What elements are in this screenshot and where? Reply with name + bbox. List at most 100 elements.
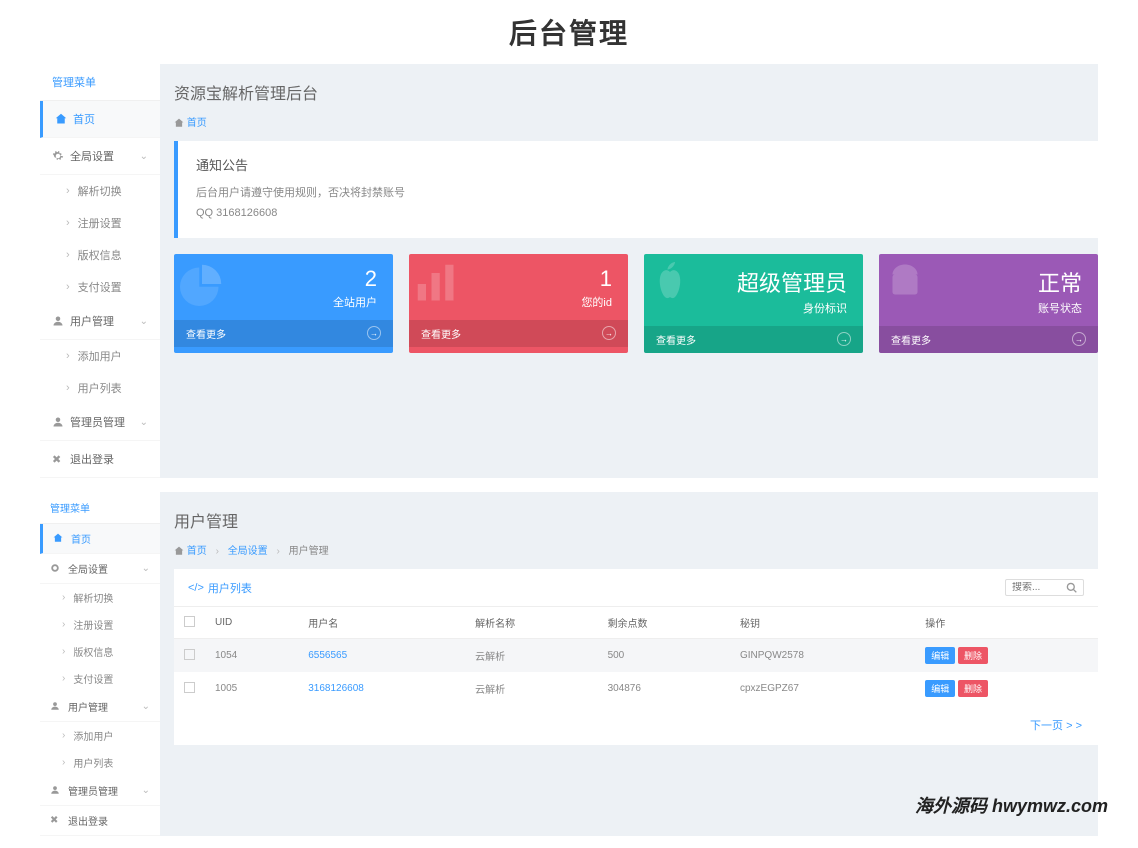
panel-title: </> 用户列表	[188, 580, 252, 596]
search-box[interactable]	[1005, 579, 1084, 596]
notice-line1: 后台用户请遵守使用规则，否决将封禁账号	[196, 184, 1080, 204]
nav-global[interactable]: 全局设置 ⌄	[40, 138, 160, 175]
android-icon	[885, 262, 925, 302]
home-icon	[174, 546, 184, 557]
nav2-home[interactable]: 首页	[40, 524, 160, 554]
chevron-down-icon: ⌄	[142, 785, 150, 796]
exit-icon: ✖	[50, 815, 62, 827]
nav2-user-manage[interactable]: 用户管理 ⌄	[40, 692, 160, 722]
chevron-down-icon: ⌄	[142, 701, 150, 712]
userpage-main: 用户管理 首页 › 全局设置 › 用户管理 </> 用户列表	[174, 492, 1098, 836]
page-title: 后台管理	[0, 12, 1138, 52]
checkbox-all[interactable]	[184, 616, 195, 627]
nav-copyright[interactable]: 版权信息	[40, 239, 160, 271]
table-row: 1054 6556565 云解析 500 GINPQW2578 编辑 删除	[174, 639, 1098, 673]
code-icon: </>	[188, 582, 204, 594]
cell-parser: 云解析	[465, 672, 597, 705]
edit-button[interactable]: 编辑	[925, 680, 955, 697]
stat-card-role[interactable]: 超级管理员 身份标识 查看更多→	[644, 254, 863, 353]
nav-logout-label: 退出登录	[70, 451, 114, 467]
sidebar-header: 管理菜单	[40, 64, 160, 101]
nav-add-user[interactable]: 添加用户	[40, 340, 160, 372]
col-uid: UID	[205, 607, 298, 639]
search-input[interactable]	[1012, 582, 1062, 593]
breadcrumb-current: 用户管理	[289, 546, 329, 557]
nav-payment[interactable]: 支付设置	[40, 271, 160, 303]
cell-uid: 1054	[205, 639, 298, 673]
arrow-icon: →	[602, 326, 616, 340]
nav-parse-switch[interactable]: 解析切换	[40, 175, 160, 207]
pie-icon	[180, 262, 224, 306]
stat-card-status[interactable]: 正常 账号状态 查看更多→	[879, 254, 1098, 353]
stat-footer-text: 查看更多	[656, 332, 696, 347]
breadcrumb-global[interactable]: 全局设置	[228, 546, 268, 557]
row-checkbox[interactable]	[184, 649, 195, 660]
nav2-copyright[interactable]: 版权信息	[40, 638, 160, 665]
stat-label: 身份标识	[660, 300, 847, 316]
watermark: 海外源码 hwymwz.com	[915, 792, 1108, 818]
nav-user-manage[interactable]: 用户管理 ⌄	[40, 303, 160, 340]
admin-icon	[52, 416, 64, 428]
user-list-panel: </> 用户列表 UID 用户名 解析名称	[174, 569, 1098, 745]
dashboard-title-area: 资源宝解析管理后台	[174, 64, 1098, 108]
userpage-container: 管理菜单 首页 全局设置 ⌄ 解析切换 注册设置 版权信息 支付设置 用户管理 …	[40, 492, 1098, 836]
col-parser: 解析名称	[465, 607, 597, 639]
notice-title: 通知公告	[196, 155, 1080, 174]
breadcrumb-home[interactable]: 首页	[187, 118, 207, 129]
breadcrumb-home[interactable]: 首页	[187, 546, 207, 557]
notice-line2: QQ 3168126608	[196, 204, 1080, 224]
user-table: UID 用户名 解析名称 剩余点数 秘钥 操作 1054 6556565 云解析	[174, 607, 1098, 705]
nav2-user-list[interactable]: 用户列表	[40, 749, 160, 776]
nav2-global[interactable]: 全局设置 ⌄	[40, 554, 160, 584]
col-key: 秘钥	[730, 607, 915, 639]
nav-user-list[interactable]: 用户列表	[40, 372, 160, 404]
table-row: 1005 3168126608 云解析 304876 cpxzEGPZ67 编辑…	[174, 672, 1098, 705]
chevron-down-icon: ⌄	[140, 316, 148, 327]
next-page-link[interactable]: 下一页 > >	[1030, 720, 1082, 732]
home-icon	[174, 118, 187, 129]
dashboard-title: 资源宝解析管理后台	[174, 80, 1098, 104]
gear-icon	[52, 150, 64, 162]
admin-icon	[50, 785, 62, 797]
stat-label: 账号状态	[895, 300, 1082, 316]
nav2-register-setting[interactable]: 注册设置	[40, 611, 160, 638]
dashboard-container: 管理菜单 首页 全局设置 ⌄ 解析切换 注册设置 版权信息 支付设置 用户管理 …	[40, 64, 1098, 478]
col-points: 剩余点数	[598, 607, 730, 639]
cell-username[interactable]: 3168126608	[308, 683, 364, 694]
delete-button[interactable]: 删除	[958, 680, 988, 697]
pager: 下一页 > >	[174, 705, 1098, 745]
nav2-admin[interactable]: 管理员管理 ⌄	[40, 776, 160, 806]
cell-username[interactable]: 6556565	[308, 650, 347, 661]
arrow-icon: →	[837, 332, 851, 346]
nav-logout[interactable]: ✖ 退出登录	[40, 441, 160, 478]
nav-register-setting[interactable]: 注册设置	[40, 207, 160, 239]
userpage-title: 用户管理	[174, 508, 1098, 532]
cell-uid: 1005	[205, 672, 298, 705]
search-icon[interactable]	[1066, 582, 1077, 593]
nav-home-label: 首页	[73, 111, 95, 127]
col-username: 用户名	[298, 607, 465, 639]
nav2-add-user[interactable]: 添加用户	[40, 722, 160, 749]
user-icon	[52, 315, 64, 327]
nav-global-label: 全局设置	[70, 148, 114, 164]
chevron-down-icon: ⌄	[140, 151, 148, 162]
stat-card-id[interactable]: 1 您的id 查看更多→	[409, 254, 628, 353]
chevron-down-icon: ⌄	[142, 563, 150, 574]
nav-home[interactable]: 首页	[40, 101, 160, 138]
breadcrumb: 首页	[174, 108, 1098, 141]
row-checkbox[interactable]	[184, 682, 195, 693]
bars-icon	[415, 262, 459, 306]
nav2-payment[interactable]: 支付设置	[40, 665, 160, 692]
breadcrumb2: 首页 › 全局设置 › 用户管理	[174, 536, 1098, 569]
delete-button[interactable]: 删除	[958, 647, 988, 664]
page-header: 后台管理	[0, 0, 1138, 64]
stat-card-users[interactable]: 2 全站用户 查看更多→	[174, 254, 393, 353]
sidebar2-header: 管理菜单	[40, 492, 160, 524]
nav-admin-manage[interactable]: 管理员管理 ⌄	[40, 404, 160, 441]
cell-key: cpxzEGPZ67	[730, 672, 915, 705]
nav2-logout[interactable]: ✖ 退出登录	[40, 806, 160, 836]
nav2-parse-switch[interactable]: 解析切换	[40, 584, 160, 611]
user-icon	[50, 701, 62, 713]
edit-button[interactable]: 编辑	[925, 647, 955, 664]
arrow-icon: →	[1072, 332, 1086, 346]
